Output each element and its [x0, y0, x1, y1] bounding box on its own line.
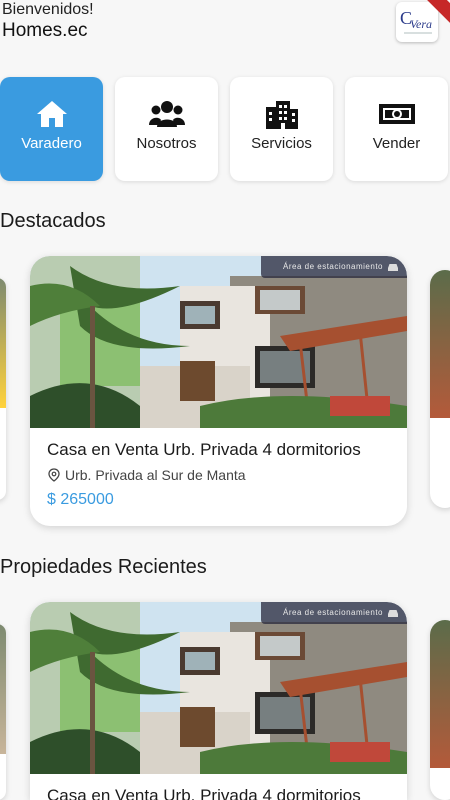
- tag-label: Área de estacionamiento: [283, 608, 383, 617]
- parking-tag: Área de estacionamiento: [261, 602, 407, 624]
- property-price: $ 265000: [47, 491, 114, 508]
- location-pin-icon: [48, 468, 60, 482]
- next-card-peek[interactable]: [430, 620, 450, 800]
- section-title-recent: Propiedades Recientes: [0, 556, 207, 578]
- property-location: Urb. Privada al Sur de Manta: [47, 467, 246, 483]
- home-icon: [0, 99, 103, 129]
- featured-property-card[interactable]: Área de estacionamiento Casa en Venta Ur…: [30, 256, 407, 526]
- category-servicios[interactable]: Servicios: [230, 77, 333, 181]
- building-icon: [230, 99, 333, 129]
- category-label: Nosotros: [136, 135, 197, 152]
- property-title: Casa en Venta Urb. Privada 4 dormitorios: [47, 440, 361, 459]
- group-icon: [115, 99, 218, 129]
- category-varadero[interactable]: Varadero: [0, 77, 103, 181]
- property-title: Casa en Venta Urb. Privada 4 dormitorios: [47, 786, 361, 800]
- car-icon: [388, 264, 398, 271]
- location-text: Urb. Privada al Sur de Manta: [65, 467, 246, 483]
- previous-card-peek[interactable]: [0, 278, 6, 500]
- app-header: Bienvenidos! Homes.ec C Vera: [0, 0, 450, 50]
- tag-label: Área de estacionamiento: [283, 262, 383, 271]
- recent-property-card[interactable]: Área de estacionamiento Casa en Venta Ur…: [30, 602, 407, 800]
- money-icon: [345, 99, 448, 129]
- property-photo: Área de estacionamiento: [30, 256, 407, 428]
- category-nosotros[interactable]: Nosotros: [115, 77, 218, 181]
- property-photo: Área de estacionamiento: [30, 602, 407, 774]
- section-title-featured: Destacados: [0, 210, 106, 232]
- category-row: Varadero Nosotros Servicios Vender: [0, 77, 450, 181]
- category-vender[interactable]: Vender: [345, 77, 448, 181]
- company-logo[interactable]: C Vera: [396, 2, 438, 42]
- brand-title: Homes.ec: [2, 20, 88, 41]
- welcome-text: Bienvenidos!: [2, 1, 94, 18]
- next-card-peek[interactable]: [430, 270, 450, 508]
- category-label: Varadero: [21, 135, 82, 152]
- category-label: Vender: [372, 135, 421, 152]
- parking-tag: Área de estacionamiento: [261, 256, 407, 278]
- previous-card-peek[interactable]: [0, 624, 6, 800]
- car-icon: [388, 610, 398, 617]
- svg-text:Vera: Vera: [410, 17, 432, 31]
- category-label: Servicios: [251, 135, 312, 152]
